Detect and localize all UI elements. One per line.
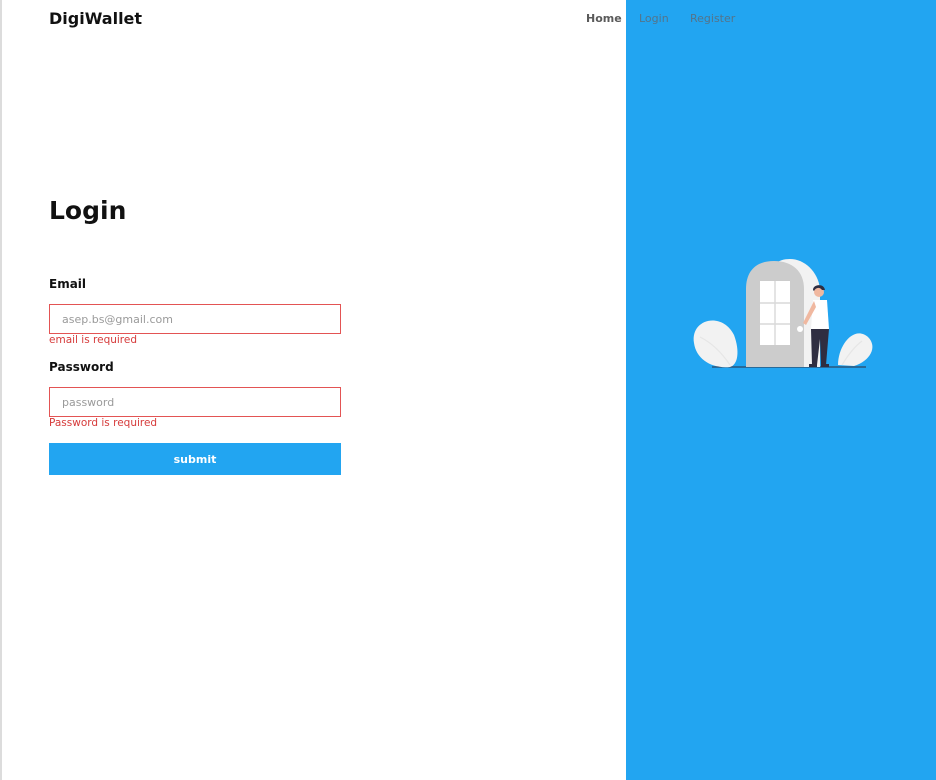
password-label: Password [49,360,114,374]
nav-login-link[interactable]: Login [639,12,669,25]
page-left-border [0,0,2,780]
email-label: Email [49,277,87,291]
right-plant [838,333,873,366]
left-plant [693,320,738,368]
brand-logo[interactable]: DigiWallet [49,9,142,28]
door-knob [797,326,803,332]
submit-button[interactable]: submit [49,443,341,475]
email-input[interactable] [49,304,341,334]
email-error-message: email is required [49,334,138,346]
illustration-panel [626,0,936,780]
page-title: Login [49,196,127,225]
nav-home-link[interactable]: Home [586,12,622,25]
door-person-illustration [693,259,873,368]
password-input[interactable] [49,387,341,417]
password-error-message: Password is required [49,417,158,429]
nav-register-link[interactable]: Register [690,12,735,25]
